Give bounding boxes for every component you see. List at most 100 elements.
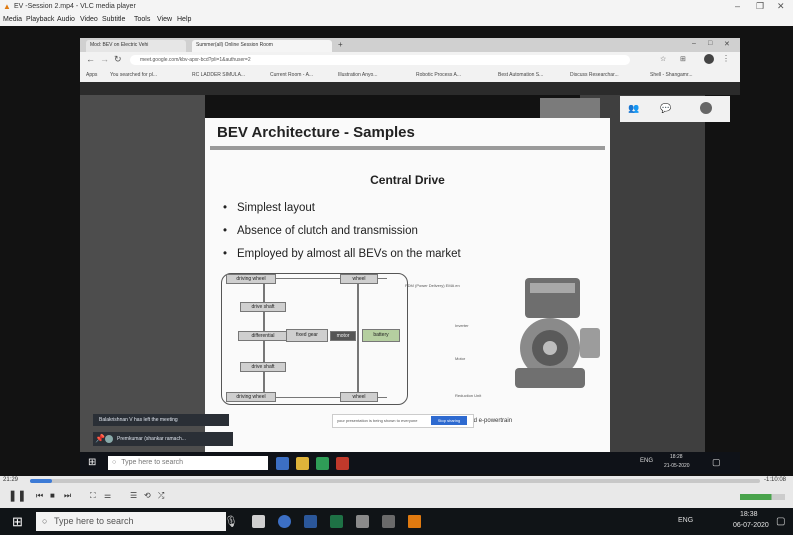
inner-clock-time[interactable]: 18:28: [670, 454, 683, 460]
presentation-slide: BEV Architecture - Samples Central Drive…: [205, 118, 610, 453]
close-icon[interactable]: ✕: [777, 1, 785, 12]
user-avatar: [700, 102, 712, 114]
menu-media[interactable]: Media: [3, 16, 22, 23]
seek-bar[interactable]: [30, 479, 760, 483]
people-icon[interactable]: 👥: [628, 103, 639, 114]
vlc-title-bar: ▲ EV -Session 2.mp4 - VLC media player –…: [0, 0, 793, 14]
pin-icon[interactable]: 📌: [95, 434, 105, 443]
inner-start-icon[interactable]: ⊞: [88, 457, 96, 468]
motor-label-pdm: PDM (Power Delivery) EMA en: [405, 283, 460, 288]
block-drive-shaft-bottom: drive shaft: [240, 362, 286, 372]
notification-icon[interactable]: ▢: [776, 516, 785, 527]
inner-app-icon-3[interactable]: [316, 457, 329, 470]
bookmark-8[interactable]: Shell - Shangamr...: [650, 72, 693, 78]
taskbar-app-vlc[interactable]: [408, 515, 421, 528]
menu-video[interactable]: Video: [80, 16, 98, 23]
address-bar[interactable]: meet.google.com/kbv-apxr-bcd?pli=1&authu…: [130, 55, 630, 65]
previous-icon[interactable]: ⏮: [36, 491, 43, 501]
maximize-icon[interactable]: ❐: [756, 1, 764, 12]
inner-app-icon-2[interactable]: [296, 457, 309, 470]
back-icon[interactable]: ←: [86, 54, 95, 64]
search-icon: ○: [42, 516, 48, 526]
menu-audio[interactable]: Audio: [57, 16, 75, 23]
extended-settings-icon[interactable]: ⚌: [104, 491, 111, 500]
menu-tools[interactable]: Tools: [134, 16, 150, 23]
window-title: EV -Session 2.mp4 - VLC media player: [14, 3, 136, 10]
clock-date[interactable]: 06-07-2020: [733, 522, 769, 529]
search-box[interactable]: ○ Type here to search: [36, 512, 226, 531]
browser-minimize-icon[interactable]: –: [692, 40, 696, 47]
inner-app-icon-4[interactable]: [336, 457, 349, 470]
block-wheel-top: wheel: [340, 274, 378, 284]
loop-icon[interactable]: ⟲: [144, 491, 151, 500]
clock-time[interactable]: 18:38: [740, 511, 758, 518]
star-icon[interactable]: ☆: [660, 55, 666, 63]
taskbar-app-6[interactable]: [382, 515, 395, 528]
slide-subtitle: Central Drive: [370, 173, 445, 187]
playlist-icon[interactable]: ☰: [130, 491, 137, 500]
presenter-avatar: [105, 435, 113, 443]
profile-avatar[interactable]: [704, 54, 714, 64]
inner-clock-date[interactable]: 21-05-2020: [664, 463, 690, 469]
pause-icon[interactable]: ❚❚: [8, 489, 26, 502]
bookmark-apps[interactable]: Apps: [86, 72, 97, 78]
browser-maximize-icon[interactable]: □: [708, 40, 712, 47]
inner-lang[interactable]: ENG: [640, 458, 653, 464]
forward-icon[interactable]: →: [100, 54, 109, 64]
time-elapsed: 21:29: [3, 477, 19, 483]
stop-sharing-button[interactable]: Stop sharing: [431, 416, 467, 425]
browser-close-icon[interactable]: ✕: [724, 40, 730, 48]
bookmark-3[interactable]: Current Room - A...: [270, 72, 313, 78]
meet-participant-panel[interactable]: 👥 💬: [620, 96, 730, 122]
inner-search-box[interactable]: ○ Type here to search: [108, 456, 268, 470]
bookmark-1[interactable]: You searched for pl...: [110, 72, 157, 78]
slide-title-rule: [210, 146, 605, 150]
menu-subtitle[interactable]: Subtitle: [102, 16, 125, 23]
menu-help[interactable]: Help: [177, 16, 191, 23]
reload-icon[interactable]: ↻: [114, 54, 122, 65]
axle-line-right: [357, 284, 359, 394]
taskbar-app-chrome[interactable]: [278, 515, 291, 528]
inner-windows-taskbar: ⊞ ○ Type here to search ENG 18:28 21-05-…: [80, 452, 740, 474]
seek-bar-fill: [30, 479, 52, 483]
bookmark-5[interactable]: Robotic Process A...: [416, 72, 461, 78]
inner-search-icon: ○: [112, 459, 117, 466]
presenter-toast: 📌 Premkumar (shankar ramach...: [93, 432, 233, 446]
mic-icon[interactable]: 🎙: [224, 515, 238, 528]
bookmark-6[interactable]: Best Automation S...: [498, 72, 543, 78]
menu-view[interactable]: View: [157, 16, 172, 23]
video-tile-left: [80, 95, 205, 465]
participant-thumbnail[interactable]: [540, 98, 600, 120]
extension-icon[interactable]: ⊞: [680, 55, 686, 63]
slide-title: BEV Architecture - Samples: [217, 124, 415, 141]
inner-app-icon-1[interactable]: [276, 457, 289, 470]
fullscreen-icon[interactable]: ⛶: [90, 491, 96, 501]
volume-slider[interactable]: [740, 494, 785, 500]
shuffle-icon[interactable]: ⤮: [158, 491, 164, 501]
minimize-icon[interactable]: –: [735, 1, 740, 11]
taskbar-app-word[interactable]: [304, 515, 317, 528]
new-tab-icon[interactable]: +: [338, 40, 343, 49]
chat-icon[interactable]: 💬: [660, 103, 671, 114]
presentation-banner: your presentation is being shown to ever…: [332, 414, 474, 428]
bookmark-7[interactable]: Discuss Researchar...: [570, 72, 619, 78]
block-battery: battery: [362, 329, 400, 342]
taskbar-app-1[interactable]: [252, 515, 265, 528]
stop-icon[interactable]: ■: [50, 491, 55, 500]
browser-tab-1[interactable]: Mod: BEV on Electric Vehi: [86, 40, 186, 52]
menu-dots-icon[interactable]: ⋮: [722, 54, 730, 63]
block-driving-wheel-bottom: driving wheel: [226, 392, 276, 402]
taskbar-app-5[interactable]: [356, 515, 369, 528]
e-powertrain-image: [515, 278, 600, 388]
bookmark-2[interactable]: RC LADDER SIMULA...: [192, 72, 245, 78]
taskbar-lang[interactable]: ENG: [678, 517, 693, 524]
browser-tab-2[interactable]: Summer(all) Online Session Room: [192, 40, 332, 52]
next-icon[interactable]: ⏭: [64, 491, 71, 501]
block-differential: differential: [238, 331, 288, 341]
block-wheel-bottom: wheel: [340, 392, 378, 402]
bookmark-4[interactable]: Illustration Anyo...: [338, 72, 377, 78]
start-icon[interactable]: ⊞: [12, 514, 23, 530]
inner-notification-icon[interactable]: ▢: [712, 457, 721, 468]
menu-playback[interactable]: Playback: [26, 16, 54, 23]
taskbar-app-excel[interactable]: [330, 515, 343, 528]
